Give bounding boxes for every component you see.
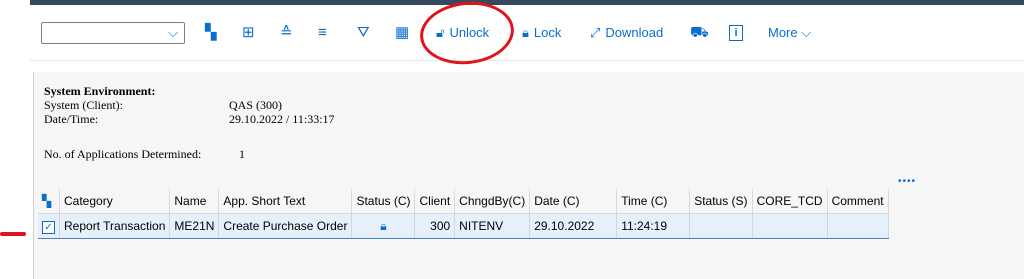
column-header[interactable]: Category [59, 189, 171, 214]
cell-comment [827, 213, 889, 239]
checkmark-icon: ✓ [42, 220, 55, 234]
download-button[interactable]: ⤢ Download [590, 23, 663, 43]
lock-button[interactable]: 🔒︎ Lock [522, 23, 561, 43]
sort-ascending-icon[interactable]: ≙ [280, 23, 293, 43]
cell-client: 300 [414, 213, 456, 239]
toolbar: ⌵ ▚ ⊞ ≙ ≡ ⛛ ▦ 🔓︎ Unlock 🔒︎ Lock ⤢ Download … [30, 5, 1024, 61]
sort-descending-icon[interactable]: ≡ [318, 23, 327, 43]
column-header[interactable]: Date (C) [529, 189, 618, 214]
apps-count-value: 1 [239, 147, 245, 161]
select-all-icon[interactable]: ▚ [205, 23, 217, 43]
column-header[interactable]: Status (S) [689, 189, 753, 214]
apps-count-label: No. of Applications Determined: [44, 147, 202, 161]
filter-icon[interactable]: ⛛ [357, 23, 370, 43]
column-header[interactable]: Status (C) [351, 189, 416, 214]
lock-label: Lock [533, 25, 562, 40]
table-row[interactable]: ✓ Report Transaction ME21N Create Purcha… [38, 213, 889, 239]
column-header[interactable]: Time (C) [616, 189, 691, 214]
row-checkbox[interactable]: ✓ [38, 213, 60, 239]
datetime-label: Date/Time: [44, 112, 99, 126]
grid-resize-handle[interactable]: •••• [898, 176, 916, 187]
main-content: System Environment: System (Client): QAS… [33, 72, 1024, 279]
chevron-down-icon: ⌵ [801, 25, 812, 40]
unlock-button[interactable]: 🔓︎ Unlock [436, 23, 489, 43]
more-label: More [768, 25, 798, 40]
chevron-down-icon: ⌵ [168, 25, 178, 40]
unlock-icon: 🔓︎ [436, 25, 445, 40]
column-header[interactable]: App. Short Text [218, 189, 353, 214]
lock-icon: 🔒︎ [380, 218, 387, 233]
system-label: System (Client): [44, 98, 123, 112]
applications-table: ▚ Category Name App. Short Text Status (… [38, 189, 918, 239]
cell-date: 29.10.2022 [529, 213, 618, 239]
info-heading: System Environment: [44, 84, 156, 98]
cell-core-tcd [752, 213, 828, 239]
download-icon: ⤢ [590, 25, 601, 40]
system-value: QAS (300) [229, 98, 282, 112]
layout-dropdown[interactable]: ⌵ [41, 22, 185, 44]
deselect-icon[interactable]: ⊞ [242, 23, 255, 43]
cell-category: Report Transaction [59, 213, 171, 239]
cell-short-text: Create Purchase Order [218, 213, 353, 239]
cell-changed-by: NITENV [454, 213, 531, 239]
unlock-label: Unlock [449, 25, 490, 40]
annotation-arrow-mark [0, 232, 26, 236]
cell-name: ME21N [169, 213, 220, 239]
column-header[interactable]: Comment [827, 189, 889, 214]
cell-status-c: 🔒︎ [351, 213, 416, 239]
more-button[interactable]: More ⌵ [768, 23, 811, 43]
column-header[interactable]: CORE_TCD [752, 189, 828, 214]
lock-icon: 🔒︎ [522, 25, 529, 40]
spreadsheet-icon[interactable]: ▦ [395, 23, 409, 43]
datetime-value: 29.10.2022 / 11:33:17 [229, 112, 335, 126]
download-label: Download [605, 25, 664, 40]
cell-time: 11:24:19 [616, 213, 691, 239]
column-header[interactable]: Client [414, 189, 456, 214]
cell-status-s [689, 213, 753, 239]
column-header[interactable]: ChngdBy(C) [454, 189, 531, 214]
truck-icon[interactable]: ⛟ [690, 23, 709, 43]
column-header[interactable]: Name [169, 189, 220, 214]
select-all-column-icon[interactable]: ▚ [38, 189, 60, 214]
info-icon[interactable]: i [729, 25, 743, 41]
